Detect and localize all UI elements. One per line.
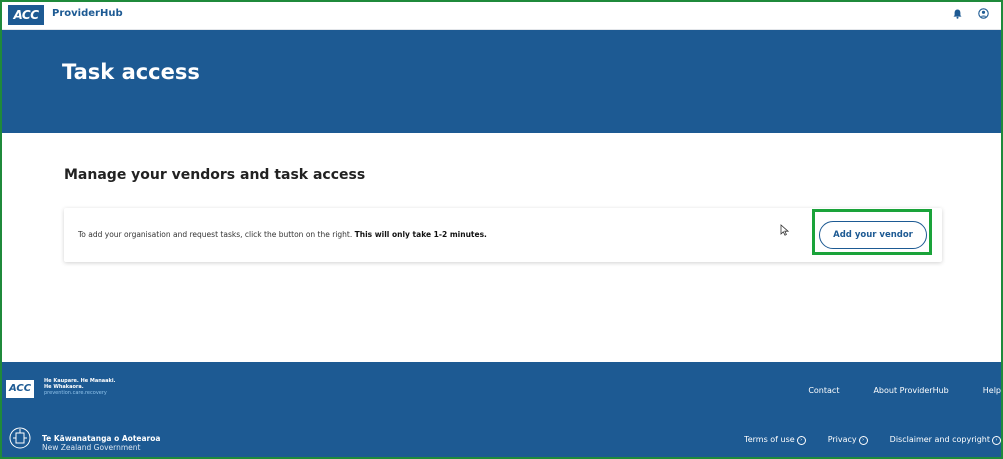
footer-link-about[interactable]: About ProviderHub <box>873 386 948 395</box>
terms-label: Terms of use <box>744 435 795 444</box>
top-icons <box>953 8 989 19</box>
app-frame: ACC ProviderHub Task access Manage your … <box>0 0 1003 459</box>
add-vendor-card: To add your organisation and request tas… <box>64 208 942 262</box>
nz-government-crest-icon <box>8 426 32 450</box>
footer-links: Contact About ProviderHub Help <box>808 386 1001 395</box>
add-vendor-button[interactable]: Add your vendor <box>819 221 927 249</box>
footer-link-disclaimer[interactable]: Disclaimer and copyright › <box>890 435 1001 445</box>
gov-name: Te Kāwanatanga o Aotearoa New Zealand Go… <box>42 434 160 452</box>
top-navigation: ACC ProviderHub <box>2 2 1001 30</box>
external-link-icon: › <box>796 436 806 445</box>
footer-link-help[interactable]: Help <box>983 386 1001 395</box>
external-link-icon: › <box>992 436 1001 445</box>
footer-link-contact[interactable]: Contact <box>808 386 839 395</box>
tagline-line-3: prevention.care.recovery <box>44 390 107 396</box>
card-instruction-bold: This will only take 1-2 minutes. <box>354 230 487 239</box>
page-title: Task access <box>62 60 200 84</box>
external-link-icon: › <box>858 436 868 445</box>
footer-tagline: He Kaupare. He Manaaki. He Whakaora. pre… <box>44 378 116 396</box>
footer-link-privacy[interactable]: Privacy › <box>828 435 868 445</box>
page-hero: Task access <box>2 30 1001 133</box>
app-name-link[interactable]: ProviderHub <box>52 8 123 19</box>
privacy-label: Privacy <box>827 435 857 444</box>
bell-icon[interactable] <box>953 9 962 19</box>
footer-bottom-links: Terms of use › Privacy › Disclaimer and co… <box>744 435 1001 445</box>
gov-name-maori: Te Kāwanatanga o Aotearoa <box>42 434 161 443</box>
card-instruction: To add your organisation and request tas… <box>78 230 487 239</box>
disclaimer-label: Disclaimer and copyright <box>889 435 990 444</box>
gov-name-english: New Zealand Government <box>42 443 141 452</box>
user-account-icon[interactable] <box>978 8 989 19</box>
mouse-cursor-icon <box>780 221 790 240</box>
acc-logo[interactable]: ACC <box>8 5 44 25</box>
footer: ACC He Kaupare. He Manaaki. He Whakaora.… <box>2 362 1001 457</box>
footer-link-terms[interactable]: Terms of use › <box>744 435 806 445</box>
footer-acc-logo[interactable]: ACC <box>6 380 34 398</box>
card-instruction-text: To add your organisation and request tas… <box>78 230 353 239</box>
section-title: Manage your vendors and task access <box>64 167 366 183</box>
